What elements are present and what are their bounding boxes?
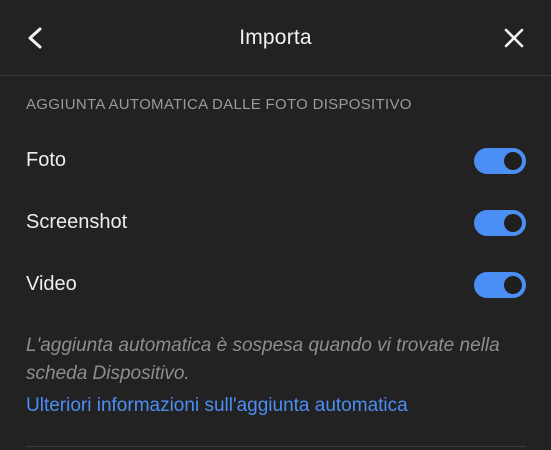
setting-label-screenshot: Screenshot [26, 211, 128, 233]
close-icon [504, 28, 524, 48]
info-note: L'aggiunta automatica è sospesa quando v… [26, 335, 500, 384]
toggle-screenshot[interactable] [474, 210, 526, 236]
toggle-knob [504, 214, 522, 232]
close-button[interactable] [501, 25, 527, 51]
section-header: AGGIUNTA AUTOMATICA DALLE FOTO DISPOSITI… [26, 96, 412, 113]
setting-label-foto: Foto [26, 149, 67, 171]
toggle-foto[interactable] [474, 148, 526, 174]
setting-row-video[interactable]: Video [26, 264, 526, 304]
setting-row-screenshot[interactable]: Screenshot [26, 202, 526, 242]
toggle-knob [504, 152, 522, 170]
learn-more-link[interactable]: Ulteriori informazioni sull'aggiunta aut… [26, 395, 408, 417]
toggle-video[interactable] [474, 272, 526, 298]
setting-label-video: Video [26, 273, 77, 295]
page-title: Importa [239, 26, 312, 49]
setting-row-foto[interactable]: Foto [26, 140, 526, 180]
divider [26, 446, 526, 447]
header-bar: Importa [0, 0, 551, 76]
toggle-knob [504, 276, 522, 294]
